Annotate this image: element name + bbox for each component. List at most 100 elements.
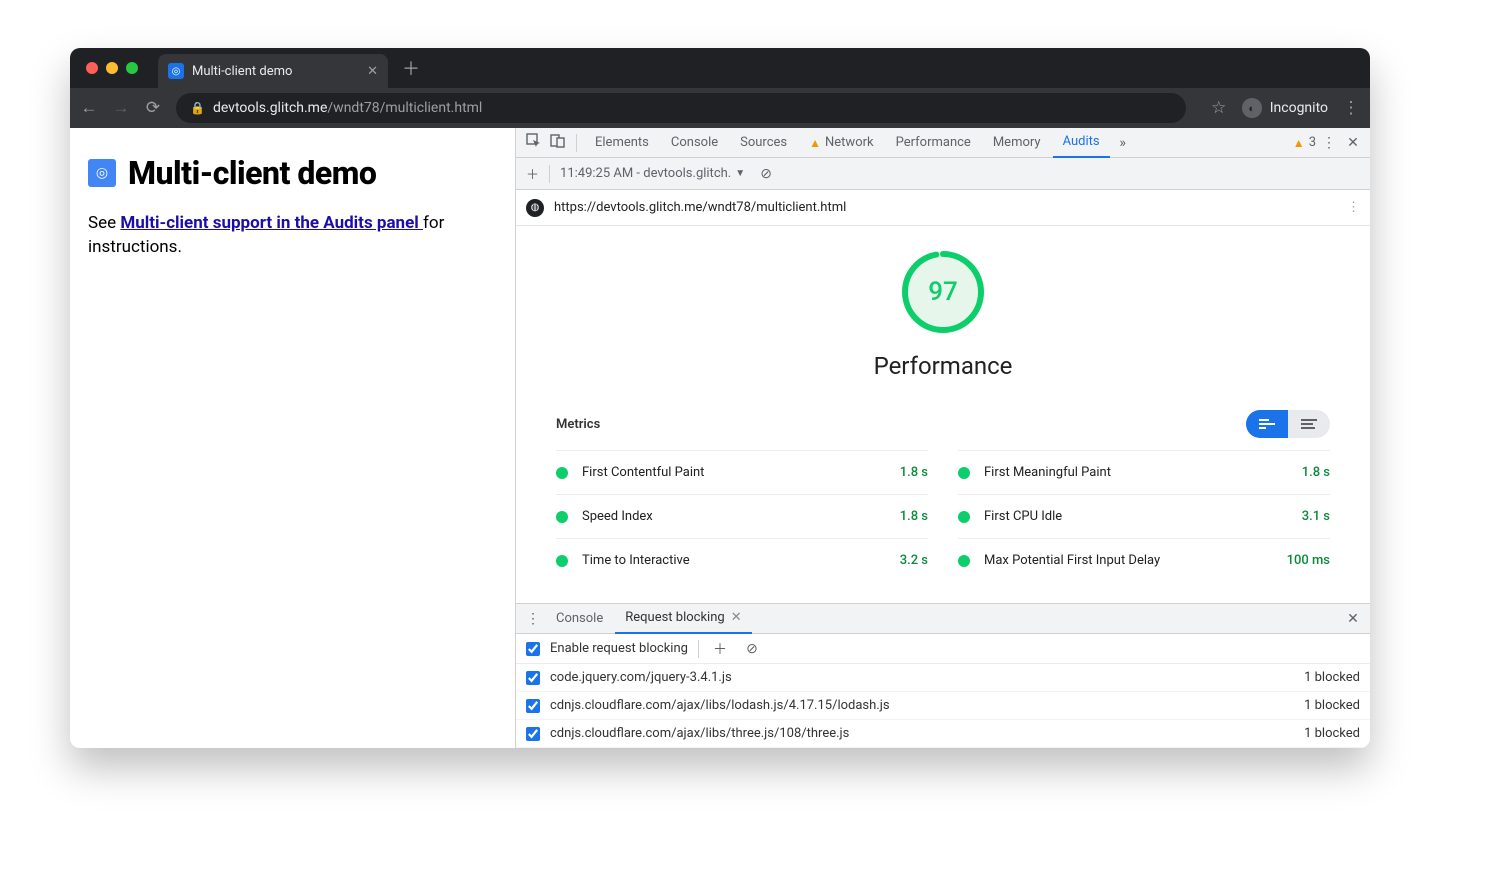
- tab-sources[interactable]: Sources: [730, 128, 797, 158]
- viewport-split: ◎ Multi-client demo See Multi-client sup…: [70, 128, 1370, 748]
- performance-score: 97: [901, 250, 985, 334]
- metrics-heading: Metrics: [556, 417, 600, 432]
- pattern-status: 1 blocked: [1304, 726, 1360, 741]
- pattern-text: code.jquery.com/jquery-3.4.1.js: [550, 670, 732, 685]
- metrics-view-toggle: [1246, 410, 1330, 438]
- clear-audits-icon[interactable]: ⊘: [755, 166, 777, 182]
- page-heading: Multi-client demo: [128, 154, 376, 192]
- forward-button[interactable]: →: [112, 98, 130, 118]
- tab-console[interactable]: Console: [661, 128, 728, 158]
- metric-value: 1.8 s: [900, 465, 928, 480]
- blocked-pattern-row[interactable]: cdnjs.cloudflare.com/ajax/libs/lodash.js…: [516, 692, 1370, 720]
- pattern-enabled-checkbox[interactable]: [526, 671, 540, 685]
- incognito-label: Incognito: [1270, 100, 1328, 116]
- address-bar[interactable]: 🔒 devtools.glitch.me/wndt78/multiclient.…: [176, 93, 1186, 123]
- page-body-text: See Multi-client support in the Audits p…: [88, 212, 495, 260]
- metric-row: First CPU Idle 3.1 s: [958, 494, 1330, 538]
- drawer-tab-bar: ⋮ Console Request blocking ✕ ✕: [516, 604, 1370, 634]
- enable-request-blocking-checkbox[interactable]: [526, 642, 540, 656]
- lighthouse-report: 97 Performance Metrics: [516, 226, 1370, 603]
- metric-value: 100 ms: [1287, 553, 1330, 568]
- devtools-panel: Elements Console Sources ▲ Network Perfo…: [515, 128, 1370, 748]
- metric-row: Max Potential First Input Delay 100 ms: [958, 538, 1330, 582]
- close-window-button[interactable]: [86, 62, 98, 74]
- pattern-text: cdnjs.cloudflare.com/ajax/libs/three.js/…: [550, 726, 849, 741]
- browser-menu-button[interactable]: ⋮: [1342, 98, 1360, 118]
- incognito-indicator[interactable]: ◐ Incognito: [1242, 98, 1328, 118]
- warnings-count[interactable]: ▲ 3: [1293, 135, 1316, 150]
- performance-category-title: Performance: [874, 352, 1013, 380]
- pass-dot-icon: [958, 555, 970, 567]
- tab-audits[interactable]: Audits: [1053, 128, 1110, 158]
- metric-name: Speed Index: [582, 509, 886, 524]
- view-toggle-expanded[interactable]: [1288, 410, 1330, 438]
- incognito-icon: ◐: [1242, 98, 1262, 118]
- devtools-close-icon[interactable]: ✕: [1342, 135, 1364, 151]
- bookmark-star-icon[interactable]: ☆: [1210, 98, 1228, 118]
- pattern-enabled-checkbox[interactable]: [526, 699, 540, 713]
- warning-icon: ▲: [809, 136, 821, 150]
- audit-report-select[interactable]: 11:49:25 AM - devtools.glitch. ▼: [560, 166, 745, 181]
- close-tab-button[interactable]: ✕: [367, 64, 378, 79]
- reload-button[interactable]: ⟳: [144, 98, 162, 118]
- audit-menu-icon[interactable]: ⋮: [1347, 200, 1360, 215]
- new-audit-button[interactable]: ＋: [526, 164, 539, 183]
- back-button[interactable]: ←: [80, 98, 98, 118]
- page-content: ◎ Multi-client demo See Multi-client sup…: [70, 128, 515, 748]
- devtools-tab-bar: Elements Console Sources ▲ Network Perfo…: [516, 128, 1370, 158]
- tab-network[interactable]: ▲ Network: [799, 128, 884, 158]
- tab-performance[interactable]: Performance: [886, 128, 981, 158]
- pattern-text: cdnjs.cloudflare.com/ajax/libs/lodash.js…: [550, 698, 890, 713]
- device-toolbar-icon[interactable]: [546, 133, 568, 152]
- audit-url-bar: ◍ https://devtools.glitch.me/wndt78/mult…: [516, 190, 1370, 226]
- metric-value: 1.8 s: [900, 509, 928, 524]
- blocked-pattern-row[interactable]: code.jquery.com/jquery-3.4.1.js 1 blocke…: [516, 664, 1370, 692]
- dropdown-caret-icon: ▼: [735, 168, 745, 179]
- pass-dot-icon: [958, 511, 970, 523]
- close-drawer-tab-icon[interactable]: ✕: [731, 610, 742, 625]
- audit-report-label: 11:49:25 AM - devtools.glitch.: [560, 166, 731, 181]
- more-tabs-icon[interactable]: »: [1112, 135, 1134, 151]
- devtools-settings-icon[interactable]: ⋮: [1318, 135, 1340, 151]
- tab-memory[interactable]: Memory: [983, 128, 1051, 158]
- drawer-close-icon[interactable]: ✕: [1342, 611, 1364, 627]
- metric-row: Time to Interactive 3.2 s: [556, 538, 928, 582]
- browser-tab[interactable]: ◎ Multi-client demo ✕: [158, 54, 388, 88]
- add-pattern-button[interactable]: ＋: [709, 639, 731, 659]
- page-link[interactable]: Multi-client support in the Audits panel: [120, 213, 423, 233]
- favicon-devtools-icon: ◎: [168, 63, 184, 79]
- pattern-enabled-checkbox[interactable]: [526, 727, 540, 741]
- pattern-status: 1 blocked: [1304, 670, 1360, 685]
- enable-request-blocking-label: Enable request blocking: [550, 641, 688, 656]
- pattern-status: 1 blocked: [1304, 698, 1360, 713]
- metric-name: First CPU Idle: [984, 509, 1288, 524]
- warning-count-value: 3: [1309, 135, 1316, 150]
- new-tab-button[interactable]: ＋: [402, 55, 420, 81]
- maximize-window-button[interactable]: [126, 62, 138, 74]
- view-toggle-compact[interactable]: [1246, 410, 1288, 438]
- metric-value: 1.8 s: [1302, 465, 1330, 480]
- blocked-pattern-row[interactable]: cdnjs.cloudflare.com/ajax/libs/three.js/…: [516, 720, 1370, 748]
- pass-dot-icon: [958, 467, 970, 479]
- drawer-tab-console[interactable]: Console: [546, 604, 613, 634]
- drawer-menu-icon[interactable]: ⋮: [522, 611, 544, 627]
- browser-toolbar: ← → ⟳ 🔒 devtools.glitch.me/wndt78/multic…: [70, 88, 1370, 128]
- inspect-element-icon[interactable]: [522, 133, 544, 152]
- devtools-drawer: ⋮ Console Request blocking ✕ ✕ Enable re…: [516, 603, 1370, 748]
- metric-row: First Meaningful Paint 1.8 s: [958, 450, 1330, 494]
- performance-gauge: 97 Performance: [516, 226, 1370, 400]
- pass-dot-icon: [556, 467, 568, 479]
- minimize-window-button[interactable]: [106, 62, 118, 74]
- metrics-grid: First Contentful Paint 1.8 s First Meani…: [516, 450, 1370, 602]
- url-path: /wndt78/multiclient.html: [327, 100, 482, 116]
- clear-patterns-icon[interactable]: ⊘: [741, 641, 763, 657]
- pass-dot-icon: [556, 511, 568, 523]
- page-text-prefix: See: [88, 213, 120, 233]
- metric-name: Max Potential First Input Delay: [984, 553, 1273, 568]
- tab-elements[interactable]: Elements: [585, 128, 659, 158]
- metric-name: Time to Interactive: [582, 553, 886, 568]
- metric-value: 3.2 s: [900, 553, 928, 568]
- tab-network-label: Network: [825, 135, 874, 150]
- tab-title: Multi-client demo: [192, 64, 292, 79]
- drawer-tab-request-blocking[interactable]: Request blocking ✕: [615, 604, 751, 634]
